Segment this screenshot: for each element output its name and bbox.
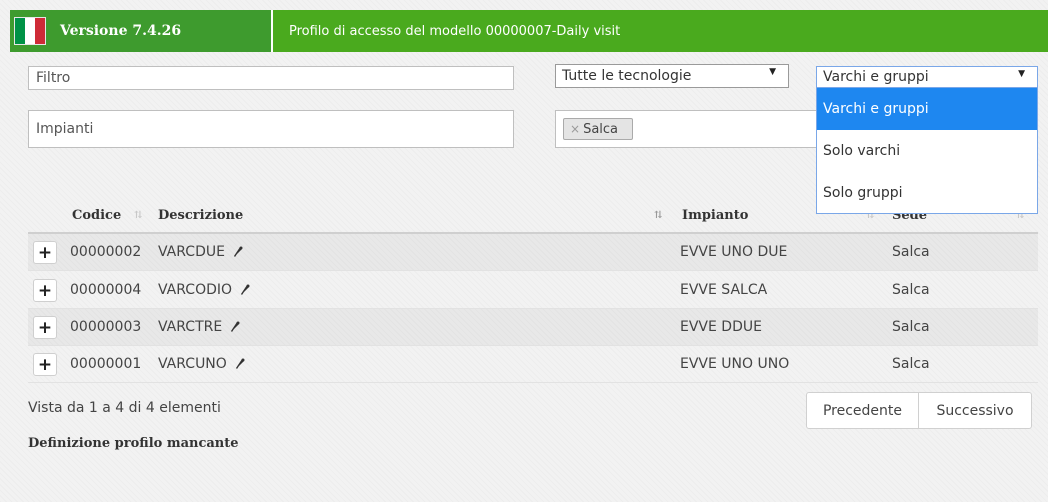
plant-tag: × Salca: [563, 118, 633, 140]
header-descrizione[interactable]: Descrizione: [158, 208, 243, 223]
header-impianto[interactable]: Impianto: [682, 208, 748, 223]
expand-row-button[interactable]: +: [33, 279, 57, 302]
expand-row-button[interactable]: +: [33, 316, 57, 339]
row-sede: Salca: [892, 282, 930, 298]
filter-input[interactable]: Filtro: [28, 66, 514, 90]
expand-row-button[interactable]: +: [33, 353, 57, 376]
gate-icon: [233, 246, 243, 262]
version-block: Versione 7.4.26: [10, 10, 273, 52]
sort-icon[interactable]: ⇅: [654, 210, 662, 221]
plants-input[interactable]: Impianti: [28, 110, 514, 148]
tag-remove-icon[interactable]: ×: [570, 122, 580, 136]
dropdown-option-solo-varchi[interactable]: Solo varchi: [817, 130, 1037, 172]
gate-icon: [240, 284, 250, 300]
dropdown-option-solo-gruppi[interactable]: Solo gruppi: [817, 172, 1037, 214]
row-sede: Salca: [892, 244, 930, 260]
type-select-dropdown: Varchi e gruppi Solo varchi Solo gruppi: [816, 88, 1038, 214]
row-impianto: EVVE SALCA: [680, 282, 768, 298]
pagination: Precedente Successivo: [806, 392, 1032, 429]
gate-icon: [235, 358, 245, 374]
row-impianto: EVVE UNO DUE: [680, 244, 788, 260]
row-impianto: EVVE UNO UNO: [680, 356, 790, 372]
table-info: Vista da 1 a 4 di 4 elementi: [28, 400, 221, 416]
gate-icon: [230, 321, 240, 337]
row-codice: 00000001: [70, 356, 142, 372]
plant-tag-label: Salca: [583, 121, 619, 137]
table-row: + 00000001 VARCUNO EVVE UNO UNO Salca: [28, 346, 1038, 383]
previous-page-button[interactable]: Precedente: [807, 393, 919, 428]
row-descrizione: VARCTRE: [158, 319, 223, 335]
italy-flag-icon: [14, 17, 46, 45]
type-select-value: Varchi e gruppi: [823, 69, 929, 85]
row-descrizione: VARCDUE: [158, 244, 225, 260]
row-sede: Salca: [892, 356, 930, 372]
page-title: Profilo di accesso del modello 00000007-…: [289, 23, 621, 39]
sort-icon[interactable]: ⇅: [134, 210, 142, 221]
chevron-down-icon: ▼: [769, 67, 776, 77]
technology-select-value: Tutte le tecnologie: [562, 68, 692, 84]
title-block: Profilo di accesso del modello 00000007-…: [273, 10, 1048, 52]
table-row: + 00000002 VARCDUE EVVE UNO DUE Salca: [28, 234, 1038, 271]
row-codice: 00000002: [70, 244, 142, 260]
row-sede: Salca: [892, 319, 930, 335]
chevron-down-icon: ▼: [1018, 69, 1025, 79]
missing-profile-label: Definizione profilo mancante: [28, 436, 239, 451]
row-impianto: EVVE DDUE: [680, 319, 762, 335]
table-row: + 00000003 VARCTRE EVVE DDUE Salca: [28, 309, 1038, 346]
table-row: + 00000004 VARCODIO EVVE SALCA Salca: [28, 272, 1038, 309]
app-header: Versione 7.4.26 Profilo di accesso del m…: [10, 10, 1048, 52]
version-label: Versione 7.4.26: [60, 23, 182, 39]
plants-placeholder: Impianti: [36, 121, 94, 137]
row-codice: 00000003: [70, 319, 142, 335]
filter-placeholder: Filtro: [36, 70, 71, 86]
header-codice[interactable]: Codice: [72, 208, 121, 223]
row-codice: 00000004: [70, 282, 142, 298]
dropdown-option-varchi-e-gruppi[interactable]: Varchi e gruppi: [817, 88, 1037, 130]
next-page-button[interactable]: Successivo: [919, 393, 1031, 428]
row-descrizione: VARCUNO: [158, 356, 227, 372]
expand-row-button[interactable]: +: [33, 241, 57, 264]
row-descrizione: VARCODIO: [158, 282, 233, 298]
type-select[interactable]: Varchi e gruppi ▼: [816, 66, 1038, 88]
technology-select[interactable]: Tutte le tecnologie ▼: [555, 64, 789, 88]
